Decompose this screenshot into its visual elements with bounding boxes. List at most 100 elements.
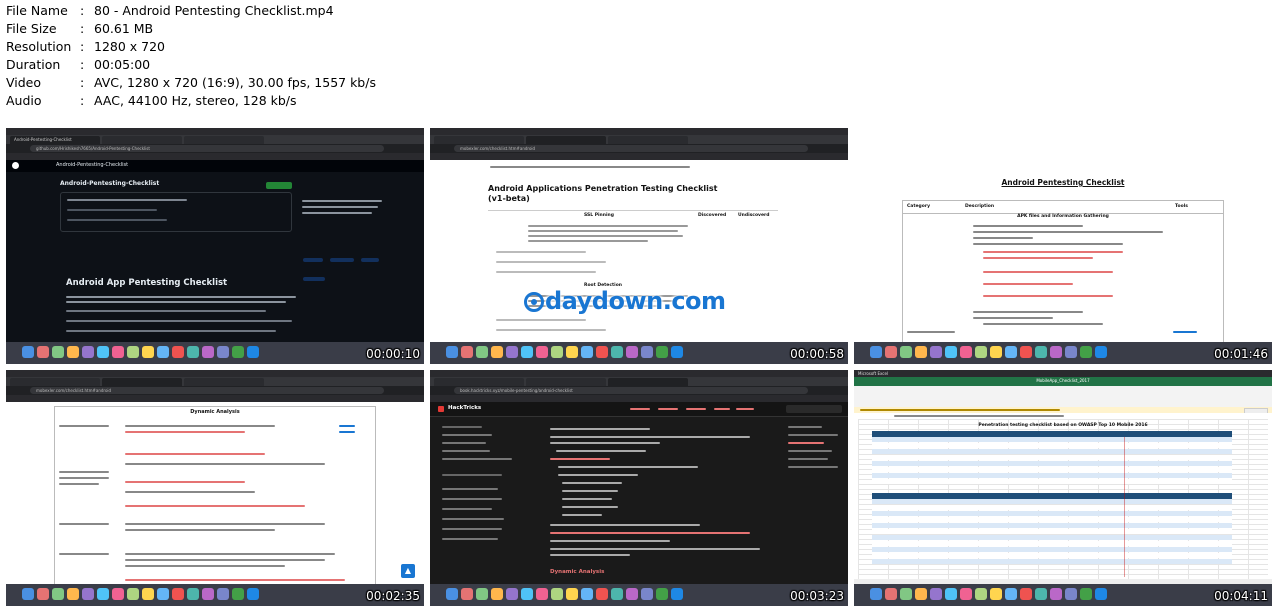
code-button[interactable] [266, 182, 292, 189]
dock [854, 342, 1272, 364]
meta-row-duration: Duration : 00:05:00 [6, 56, 376, 74]
url-field: mobexler.com/checklist.htm#android [30, 387, 384, 394]
checklist-table: SSL Pinning Discovered Undiscoverd Root … [488, 210, 778, 341]
column-header: Undiscoverd [738, 213, 770, 218]
meta-key: File Name [6, 3, 68, 18]
menu-bar: Microsoft Excel [854, 370, 1272, 377]
meta-row-filename: File Name : 80 - Android Pentesting Chec… [6, 2, 376, 20]
browser-tab [434, 136, 524, 144]
thumbnail-3[interactable]: Android Pentesting Checklist Category De… [854, 128, 1272, 364]
watermark: daydown.com [524, 287, 726, 315]
page-toc [788, 422, 844, 482]
column-header: Description [965, 204, 995, 209]
github-page: Android-Pentesting-Checklist Android-Pen… [6, 160, 424, 342]
dock [6, 584, 424, 606]
app-name: Microsoft Excel [858, 371, 889, 376]
column-header: Discovered [698, 213, 727, 218]
thumbnail-5[interactable]: book.hacktricks.xyz/mobile-pentesting/an… [430, 370, 848, 606]
browser-tab [184, 136, 264, 144]
dock [430, 584, 848, 606]
column-header: Tools [1175, 204, 1188, 209]
address-bar: mobexler.com/checklist.htm#android [6, 386, 424, 395]
dock [854, 584, 1272, 606]
dock [6, 342, 424, 364]
browser-tab [526, 378, 606, 386]
workbook-title: MobileApp_Checklist_2017 [1036, 378, 1090, 383]
browser-tab [434, 378, 524, 386]
thumbnail-2[interactable]: mobexler.com/checklist.htm#android Andro… [430, 128, 848, 364]
topic-tags [302, 248, 392, 281]
meta-row-video: Video : AVC, 1280 x 720 (16:9), 30.00 fp… [6, 74, 376, 92]
spreadsheet-grid: Penetration testing checklist based on O… [854, 419, 1272, 579]
hacktricks-logo-icon [438, 406, 444, 412]
browser-tab [102, 136, 182, 144]
meta-key: Duration [6, 57, 61, 72]
menu-bar [6, 128, 424, 135]
file-metadata: File Name : 80 - Android Pentesting Chec… [6, 2, 376, 110]
bookmarks-bar [6, 395, 424, 402]
browser-tab [608, 136, 688, 144]
timestamp: 00:03:23 [790, 589, 844, 603]
watermark-logo-icon [524, 292, 544, 312]
timestamp: 00:01:46 [1214, 347, 1268, 361]
document-heading: Android Pentesting Checklist [1001, 178, 1125, 187]
browser-tab: Android-Pentesting-Checklist [10, 136, 100, 144]
meta-key: Audio [6, 93, 42, 108]
address-bar: book.hacktricks.xyz/mobile-pentesting/an… [430, 386, 848, 395]
timestamp: 00:04:11 [1214, 589, 1268, 603]
meta-value: 00:05:00 [94, 57, 151, 72]
browser-tab [102, 378, 182, 386]
meta-sep: : [80, 57, 85, 72]
meta-key: Resolution [6, 39, 72, 54]
checklist-heading: Android Applications Penetration Testing… [488, 184, 718, 203]
timestamp: 00:00:58 [790, 347, 844, 361]
meta-value: 1280 x 720 [94, 39, 166, 54]
browser-tab [10, 378, 100, 386]
meta-value: 60.61 MB [94, 21, 154, 36]
meta-value: AAC, 44100 Hz, stereo, 128 kb/s [94, 93, 297, 108]
menu-bar [6, 370, 424, 377]
menu-bar [430, 370, 848, 377]
meta-sep: : [80, 93, 85, 108]
meta-row-filesize: File Size : 60.61 MB [6, 20, 376, 38]
search-input[interactable] [786, 405, 842, 413]
address-bar: github.com/Hrishikesh7665/Android-Pentes… [6, 144, 424, 153]
url-field: book.hacktricks.xyz/mobile-pentesting/an… [454, 387, 808, 394]
github-header: Android-Pentesting-Checklist [6, 160, 424, 172]
timestamp: 00:02:35 [366, 589, 420, 603]
meta-sep: : [80, 75, 85, 90]
thumbnail-1[interactable]: Android-Pentesting-Checklist github.com/… [6, 128, 424, 364]
main-content: Dynamic Analysis [550, 422, 780, 582]
scroll-top-icon[interactable]: ▲ [401, 564, 415, 578]
excel-ribbon: MobileApp_Checklist_2017 [854, 377, 1272, 407]
meta-value: AVC, 1280 x 720 (16:9), 30.00 fps, 1557 … [94, 75, 376, 90]
table-header: Category Description Tools [903, 201, 1223, 214]
dock [430, 342, 848, 364]
section-title: Dynamic Analysis [550, 569, 605, 575]
thumbnail-4[interactable]: mobexler.com/checklist.htm#android Dynam… [6, 370, 424, 606]
hacktricks-page: HackTricks Dynamic Analysis [430, 402, 848, 584]
browser-tabbar [430, 135, 848, 144]
readme-heading: Android App Pentesting Checklist [66, 278, 228, 288]
url-field: github.com/Hrishikesh7665/Android-Pentes… [30, 145, 384, 152]
column-header: Category [907, 204, 931, 209]
repo-name: Android-Pentesting-Checklist [56, 162, 129, 168]
browser-tabbar [6, 377, 424, 386]
browser-tabbar: Android-Pentesting-Checklist [6, 135, 424, 144]
url-field: mobexler.com/checklist.htm#android [454, 145, 808, 152]
meta-row-audio: Audio : AAC, 44100 Hz, stereo, 128 kb/s [6, 92, 376, 110]
column-header: SSL Pinning [584, 213, 614, 218]
meta-sep: : [80, 3, 85, 18]
thumbnail-6[interactable]: Microsoft Excel MobileApp_Checklist_2017… [854, 370, 1272, 606]
meta-sep: : [80, 39, 85, 54]
bookmarks-bar [6, 153, 424, 160]
checklist-document: Android Pentesting Checklist Category De… [854, 128, 1272, 342]
meta-key: Video [6, 75, 42, 90]
checklist-table: Category Description Tools APK files and… [902, 200, 1224, 342]
section-header: APK files and Information Gathering [1017, 214, 1109, 219]
browser-tab [184, 378, 264, 386]
file-list [60, 192, 292, 232]
meta-value: 80 - Android Pentesting Checklist.mp4 [94, 3, 334, 18]
github-logo-icon [12, 162, 19, 169]
section-header: Dynamic Analysis [190, 409, 240, 415]
